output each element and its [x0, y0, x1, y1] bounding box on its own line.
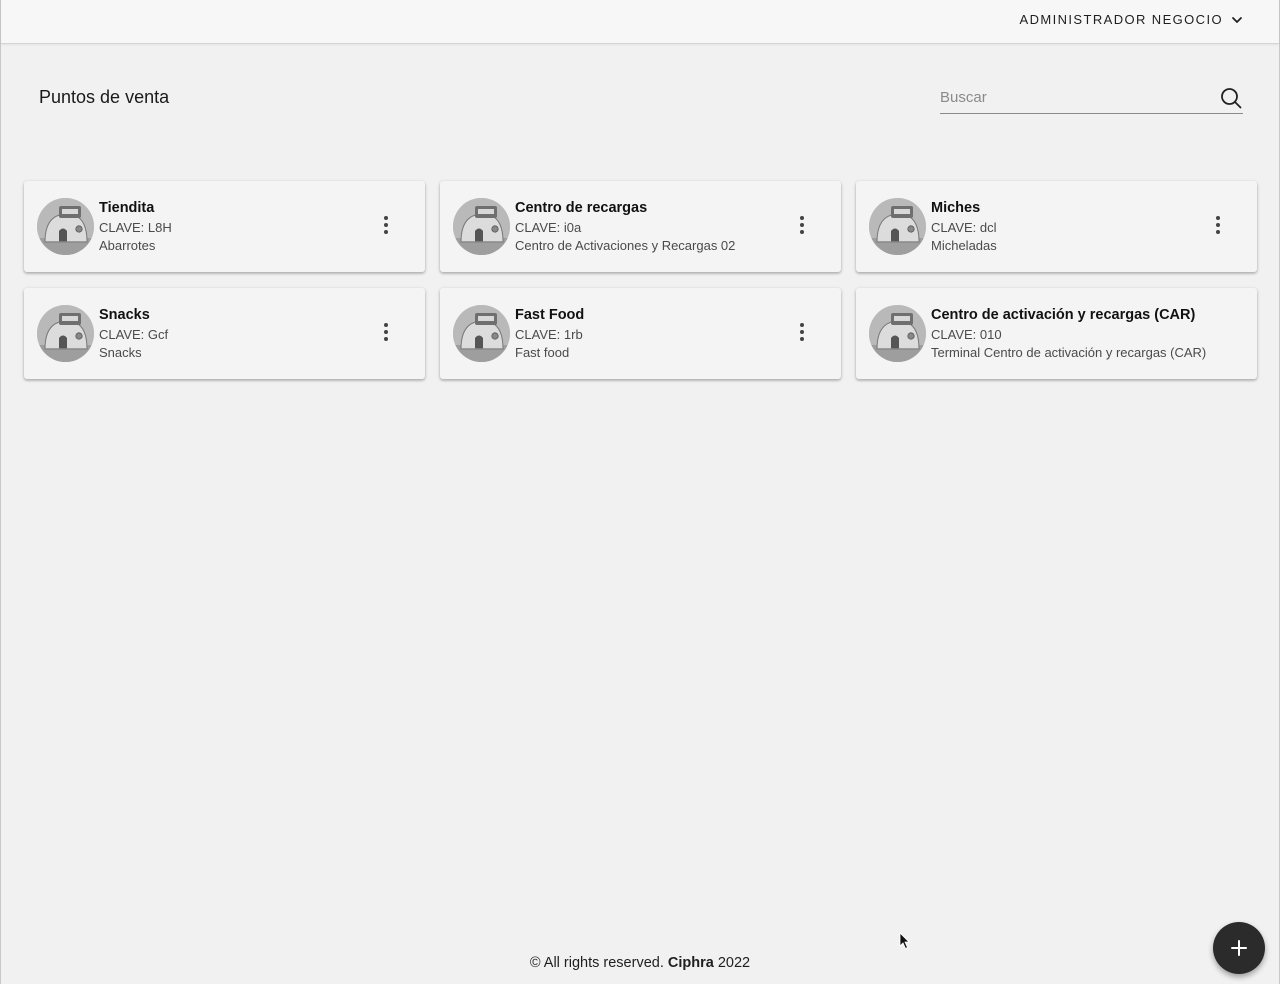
store-avatar: [869, 305, 926, 362]
store-avatar: [453, 305, 510, 362]
search-input[interactable]: [940, 83, 1210, 111]
chevron-down-icon: [1232, 16, 1242, 23]
store-description: Snacks: [99, 345, 142, 360]
store-name: Tiendita: [99, 200, 155, 216]
more-options-icon[interactable]: [376, 317, 396, 347]
store-code: CLAVE: L8H: [99, 220, 172, 235]
store-avatar: [37, 198, 94, 255]
search-field[interactable]: [940, 83, 1243, 114]
store-description: Fast food: [515, 345, 570, 360]
store-card[interactable]: Centro de recargas CLAVE: i0a Centro de Ac…: [440, 181, 841, 272]
store-card[interactable]: Snacks CLAVE: Gcf Snacks: [24, 288, 425, 379]
store-description: Centro de Activaciones y Recargas 02: [515, 238, 736, 253]
store-card[interactable]: Centro de activación y recargas (CAR) CLA…: [856, 288, 1257, 379]
store-avatar: [869, 198, 926, 255]
store-description: Micheladas: [931, 238, 997, 253]
store-avatar: [37, 305, 94, 362]
top-app-bar: ADMINISTRADOR NEGOCIO: [1, 0, 1279, 44]
store-code: CLAVE: 010: [931, 327, 1002, 342]
store-name: Centro de activación y recargas (CAR): [931, 307, 1196, 323]
footer-year: 2022: [717, 955, 751, 971]
footer-brand: Ciphra: [667, 955, 714, 971]
footer-copyright: © All rights reserved.: [529, 955, 664, 971]
user-menu[interactable]: ADMINISTRADOR NEGOCIO: [1020, 12, 1243, 27]
store-card[interactable]: Miches CLAVE: dcl Micheladas: [856, 181, 1257, 272]
store-description: Terminal Centro de activación y recargas…: [931, 345, 1207, 360]
more-options-icon[interactable]: [792, 210, 812, 240]
store-avatar: [453, 198, 510, 255]
store-code: CLAVE: dcl: [931, 220, 997, 235]
store-name: Miches: [931, 200, 981, 216]
store-code: CLAVE: Gcf: [99, 327, 169, 342]
more-options-icon[interactable]: [1208, 210, 1228, 240]
add-store-button[interactable]: [1213, 922, 1265, 974]
page-title: Puntos de venta: [39, 87, 170, 107]
store-name: Fast Food: [515, 307, 585, 323]
store-description: Abarrotes: [99, 238, 156, 253]
plus-icon: [1231, 940, 1247, 956]
store-name: Centro de recargas: [515, 200, 648, 216]
user-menu-label: ADMINISTRADOR NEGOCIO: [1019, 12, 1223, 27]
search-icon[interactable]: [1219, 86, 1243, 110]
store-code: CLAVE: i0a: [515, 220, 582, 235]
more-options-icon[interactable]: [376, 210, 396, 240]
store-name: Snacks: [99, 307, 150, 323]
footer: © All rights reserved. Ciphra 2022: [1, 955, 1279, 971]
store-card[interactable]: Tiendita CLAVE: L8H Abarrotes: [24, 181, 425, 272]
store-card[interactable]: Fast Food CLAVE: 1rb Fast food: [440, 288, 841, 379]
store-code: CLAVE: 1rb: [515, 327, 583, 342]
more-options-icon[interactable]: [792, 317, 812, 347]
mouse-cursor-icon: [899, 932, 910, 950]
